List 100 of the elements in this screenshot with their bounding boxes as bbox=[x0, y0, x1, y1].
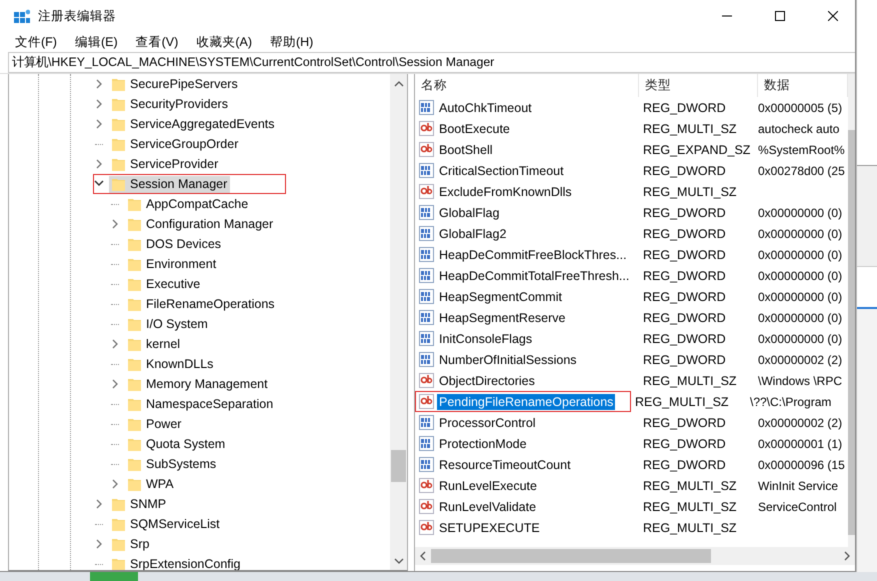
folder-icon bbox=[112, 156, 125, 172]
folder-icon bbox=[128, 376, 141, 392]
value-type: REG_DWORD bbox=[642, 332, 727, 346]
value-name[interactable]: CriticalSectionTimeout bbox=[437, 162, 566, 178]
tree-item[interactable]: KnownDLLs bbox=[125, 356, 216, 372]
folder-icon bbox=[128, 336, 141, 352]
tree-item[interactable]: AppCompatCache bbox=[125, 196, 252, 212]
folder-icon bbox=[128, 236, 141, 252]
value-type: REG_MULTI_SZ bbox=[642, 184, 738, 198]
value-type: REG_DWORD bbox=[642, 352, 727, 366]
value-name[interactable]: PendingFileRenameOperations bbox=[437, 394, 616, 410]
value-name[interactable]: NumberOfInitialSessions bbox=[437, 352, 579, 368]
folder-icon bbox=[128, 396, 141, 412]
folder-icon bbox=[128, 416, 141, 432]
value-name[interactable]: ResourceTimeoutCount bbox=[437, 456, 573, 472]
tree-item[interactable]: SQMServiceList bbox=[109, 516, 223, 532]
value-data: 0x00000000 (0) bbox=[758, 206, 842, 220]
vertical-scrollbar[interactable] bbox=[390, 74, 407, 570]
tree-item[interactable]: Power bbox=[125, 416, 184, 432]
value-name[interactable]: ProtectionMode bbox=[437, 436, 529, 452]
window-title: 注册表编辑器 bbox=[38, 8, 117, 24]
chevron-right-icon[interactable] bbox=[94, 118, 104, 130]
chevron-right-icon[interactable] bbox=[110, 378, 120, 390]
tree-item[interactable]: Configuration Manager bbox=[125, 216, 276, 232]
value-type: REG_DWORD bbox=[642, 268, 727, 282]
address-field[interactable]: 计算机\HKEY_LOCAL_MACHINE\SYSTEM\CurrentControlSet\Control\Session Manager bbox=[8, 52, 855, 73]
tree-item[interactable]: SNMP bbox=[109, 496, 170, 512]
tree-item[interactable]: Executive bbox=[125, 276, 204, 292]
value-name[interactable]: RunLevelExecute bbox=[437, 478, 539, 494]
scrollbar-thumb[interactable] bbox=[391, 450, 406, 482]
value-name[interactable]: HeapDeCommitTotalFreeThresh... bbox=[437, 268, 632, 284]
chevron-right-icon[interactable] bbox=[110, 478, 120, 490]
chevron-right-icon[interactable] bbox=[94, 538, 104, 550]
tree-item[interactable]: Environment bbox=[125, 256, 220, 272]
tree-item[interactable]: Quota System bbox=[125, 436, 228, 452]
value-type: REG_MULTI_SZ bbox=[642, 520, 738, 534]
tree-item[interactable]: Session Manager bbox=[109, 176, 230, 192]
folder-icon bbox=[112, 516, 125, 532]
tree-item[interactable]: DOS Devices bbox=[125, 236, 224, 252]
value-data: %SystemRoot% bbox=[758, 142, 845, 156]
tree-item[interactable]: I/O System bbox=[125, 316, 211, 332]
scrollbar-thumb[interactable] bbox=[431, 549, 711, 563]
chevron-right-icon[interactable] bbox=[94, 98, 104, 110]
value-name[interactable]: HeapSegmentCommit bbox=[437, 288, 564, 304]
value-data: 0x00000002 (2) bbox=[758, 352, 842, 366]
column-header[interactable]: 类型 bbox=[639, 74, 758, 97]
menu-item[interactable]: 编辑(E) bbox=[66, 34, 127, 50]
tree-item[interactable]: WPA bbox=[125, 476, 177, 492]
value-name[interactable]: HeapSegmentReserve bbox=[437, 310, 568, 326]
value-name[interactable]: BootExecute bbox=[437, 120, 512, 136]
folder-icon bbox=[128, 196, 141, 212]
value-data: 0x00000001 (1) bbox=[758, 436, 842, 450]
tree-item[interactable]: FileRenameOperations bbox=[125, 296, 278, 312]
value-name[interactable]: ProcessorControl bbox=[437, 414, 538, 430]
tree-item[interactable]: SecurePipeServers bbox=[109, 76, 241, 92]
value-name[interactable]: BootShell bbox=[437, 142, 495, 158]
menu-item[interactable]: 文件(F) bbox=[6, 34, 66, 50]
menu-item[interactable]: 查看(V) bbox=[126, 34, 188, 50]
maximize-icon bbox=[774, 11, 784, 21]
tree-item[interactable]: Srp bbox=[109, 536, 152, 552]
chevron-right-icon[interactable] bbox=[110, 338, 120, 350]
folder-icon bbox=[112, 536, 125, 552]
folder-icon bbox=[128, 456, 141, 472]
value-name[interactable]: GlobalFlag2 bbox=[437, 226, 508, 242]
value-data: 0x00000000 (0) bbox=[758, 332, 842, 346]
chevron-right-icon[interactable] bbox=[94, 78, 104, 90]
value-name[interactable]: AutoChkTimeout bbox=[437, 100, 534, 116]
chevron-right-icon[interactable] bbox=[94, 498, 104, 510]
tree-item[interactable]: SubSystems bbox=[125, 456, 220, 472]
value-type: REG_EXPAND_SZ bbox=[642, 142, 752, 156]
chevron-right-icon[interactable] bbox=[110, 218, 120, 230]
value-name[interactable]: ObjectDirectories bbox=[437, 372, 537, 388]
value-data: autocheck auto bbox=[758, 122, 840, 136]
value-name[interactable]: ExcludeFromKnownDlls bbox=[437, 184, 574, 200]
chevron-right-icon[interactable] bbox=[94, 158, 104, 170]
tree-item[interactable]: kernel bbox=[125, 336, 184, 352]
tree-item[interactable]: NamespaceSeparation bbox=[125, 396, 276, 412]
value-data: 0x00000000 (0) bbox=[758, 290, 842, 304]
value-type: REG_MULTI_SZ bbox=[634, 394, 730, 408]
folder-icon bbox=[112, 136, 125, 152]
value-name[interactable]: HeapDeCommitFreeBlockThres... bbox=[437, 246, 629, 262]
folder-icon bbox=[128, 476, 141, 492]
column-header[interactable]: 名称 bbox=[415, 74, 639, 97]
tree-item[interactable]: ServiceProvider bbox=[109, 156, 222, 172]
horizontal-scrollbar[interactable] bbox=[415, 547, 855, 565]
value-name[interactable]: GlobalFlag bbox=[437, 204, 502, 220]
value-name[interactable]: InitConsoleFlags bbox=[437, 330, 534, 346]
scroll-up-icon bbox=[394, 81, 404, 88]
menu-item[interactable]: 帮助(H) bbox=[260, 34, 322, 50]
tree-item[interactable]: Memory Management bbox=[125, 376, 271, 392]
tree-item[interactable]: ServiceGroupOrder bbox=[109, 136, 242, 152]
tree-item[interactable]: ServiceAggregatedEvents bbox=[109, 116, 278, 132]
value-type: REG_MULTI_SZ bbox=[642, 500, 738, 514]
value-name[interactable]: SETUPEXECUTE bbox=[437, 520, 542, 536]
menu-item[interactable]: 收藏夹(A) bbox=[187, 34, 261, 50]
tree-item[interactable]: SecurityProviders bbox=[109, 96, 231, 112]
value-type: REG_DWORD bbox=[642, 458, 727, 472]
value-data: 0x00000005 (5) bbox=[758, 100, 842, 114]
value-name[interactable]: RunLevelValidate bbox=[437, 498, 538, 514]
folder-icon bbox=[112, 496, 125, 512]
